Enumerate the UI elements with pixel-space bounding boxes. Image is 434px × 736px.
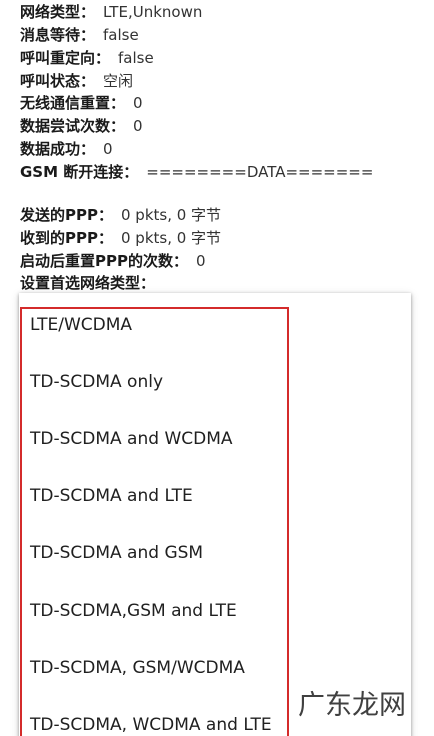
info-row-data-success: 数据成功： 0 <box>20 138 113 160</box>
info-value: ========DATA======= <box>146 163 374 181</box>
info-value: 0 <box>195 252 206 270</box>
info-row-gsm-disconnect: GSM 断开连接： ========DATA======= <box>20 161 373 183</box>
info-value: false <box>118 49 154 67</box>
info-value: 0 pkts, 0 字节 <box>120 229 222 247</box>
option-td-scdma-gsm[interactable]: TD-SCDMA and GSM <box>30 539 203 596</box>
info-row-radio-reset: 无线通信重置： 0 <box>20 92 143 114</box>
info-row-ppp-sent: 发送的PPP： 0 pkts, 0 字节 <box>20 204 221 226</box>
info-label: 数据成功： <box>20 140 96 158</box>
info-row-network-type: 网络类型： LTE,Unknown <box>20 1 202 23</box>
info-label: 数据尝试次数： <box>20 117 126 135</box>
info-value: 0 pkts, 0 字节 <box>120 206 222 224</box>
info-value: 0 <box>103 140 113 158</box>
info-row-ppp-reset: 启动后重置PPP的次数： 0 <box>20 250 206 272</box>
info-value: 空闲 <box>103 72 134 90</box>
info-row-data-attempts: 数据尝试次数： 0 <box>20 115 143 137</box>
info-value: 0 <box>133 94 143 112</box>
info-row-message-waiting: 消息等待： false <box>20 24 139 46</box>
option-td-scdma-gsm-lte[interactable]: TD-SCDMA,GSM and LTE <box>30 597 237 654</box>
option-td-scdma-lte[interactable]: TD-SCDMA and LTE <box>30 482 193 539</box>
info-label: 呼叫重定向： <box>20 49 111 67</box>
info-value: LTE,Unknown <box>103 3 203 21</box>
info-label: 呼叫状态： <box>20 72 96 90</box>
info-label: 消息等待： <box>20 26 96 44</box>
info-value: false <box>103 26 139 44</box>
option-lte-wcdma[interactable]: LTE/WCDMA <box>30 311 132 368</box>
preferred-network-dropdown[interactable]: LTE/WCDMA TD-SCDMA only TD-SCDMA and WCD… <box>19 293 411 736</box>
info-row-call-redirect: 呼叫重定向： false <box>20 47 154 69</box>
info-label: 设置首选网络类型： <box>20 274 156 292</box>
option-td-scdma-only[interactable]: TD-SCDMA only <box>30 368 163 425</box>
info-row-preferred-network[interactable]: 设置首选网络类型： <box>20 272 163 294</box>
info-row-call-status: 呼叫状态： 空闲 <box>20 70 133 92</box>
info-label: GSM 断开连接： <box>20 163 139 181</box>
info-label: 启动后重置PPP的次数： <box>20 252 188 270</box>
info-label: 网络类型： <box>20 3 96 21</box>
option-td-scdma-gsm-wcdma[interactable]: TD-SCDMA, GSM/WCDMA <box>30 654 245 711</box>
option-td-scdma-wcdma[interactable]: TD-SCDMA and WCDMA <box>30 425 233 482</box>
info-row-ppp-received: 收到的PPP： 0 pkts, 0 字节 <box>20 227 221 249</box>
info-label: 无线通信重置： <box>20 94 126 112</box>
option-td-scdma-wcdma-lte[interactable]: TD-SCDMA, WCDMA and LTE <box>30 711 272 736</box>
info-value: 0 <box>133 117 143 135</box>
info-label: 收到的PPP： <box>20 229 113 247</box>
info-label: 发送的PPP： <box>20 206 113 224</box>
watermark: 广东龙网 <box>298 690 406 721</box>
